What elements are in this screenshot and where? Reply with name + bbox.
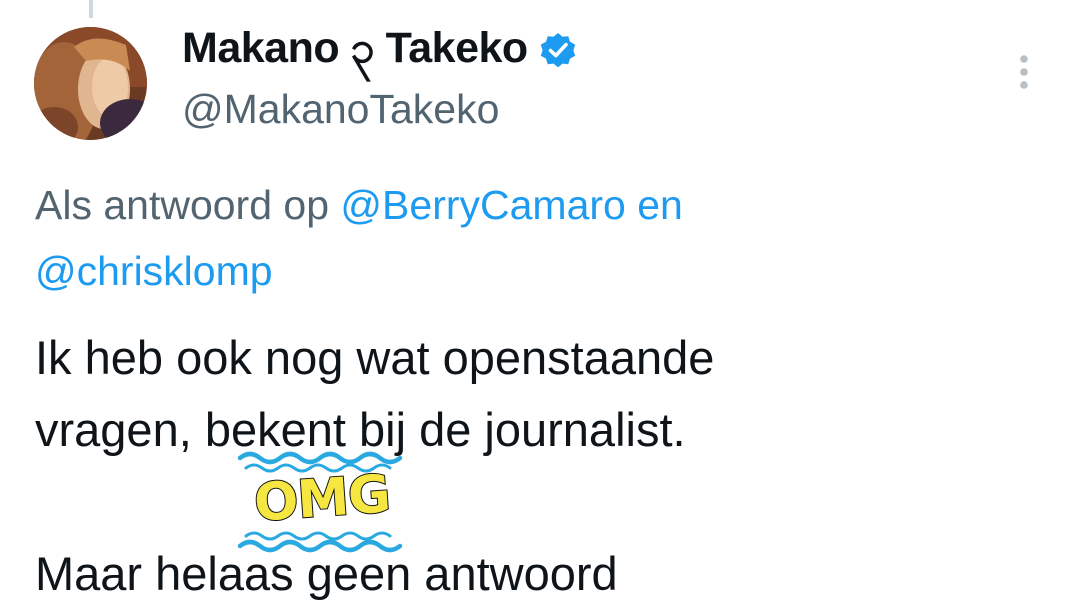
- reply-prefix: Als antwoord op: [35, 182, 330, 228]
- verified-badge-icon: [540, 33, 575, 68]
- mention-link-chrisklomp[interactable]: @chrisklomp: [35, 248, 273, 294]
- more-options-button[interactable]: [1008, 50, 1040, 94]
- tweet-card: Makano ၃ Takeko @MakanoTakeko Als antwoo…: [0, 0, 1068, 612]
- mention-link-berrycamaro[interactable]: @BerryCamaro: [340, 182, 625, 228]
- tweet-text-line: Maar helaas geen antwoord: [35, 547, 618, 600]
- author-handle[interactable]: @MakanoTakeko: [182, 86, 499, 133]
- tweet-text-line: vragen, bekent bij de journalist.: [35, 403, 686, 456]
- thread-connector-line: [89, 0, 93, 18]
- more-vertical-icon: [1020, 55, 1028, 89]
- reply-joiner: en: [637, 182, 683, 228]
- author-display-name[interactable]: Makano ၃ Takeko: [182, 20, 528, 83]
- tweet-body: Ik heb ook nog wat openstaande vragen, b…: [35, 322, 1025, 610]
- avatar[interactable]: [34, 27, 147, 140]
- avatar-photo: [34, 27, 147, 140]
- author-name-row[interactable]: Makano ၃ Takeko: [182, 24, 578, 77]
- tweet-text-line: Ik heb ook nog wat openstaande: [35, 331, 715, 384]
- reply-context: Als antwoord op @BerryCamaro en @chriskl…: [35, 172, 935, 304]
